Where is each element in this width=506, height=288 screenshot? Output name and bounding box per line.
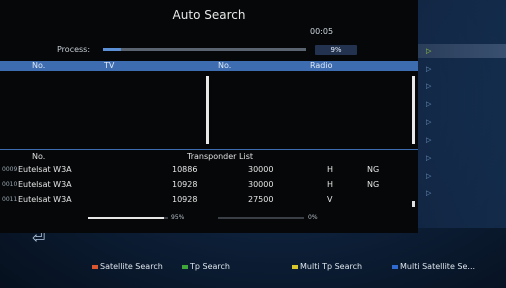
menu-arrow-icon[interactable]: ▷ xyxy=(426,136,431,144)
radio-header: Radio xyxy=(310,61,333,70)
green-key-icon xyxy=(182,264,188,269)
satellite-search-label: Satellite Search xyxy=(100,262,163,271)
tp-satellite: Eutelsat W3A xyxy=(18,165,72,174)
tp-polarization: H xyxy=(327,165,334,174)
transponder-row[interactable]: 0009 Eutelsat W3A 10886 30000 H NG xyxy=(0,164,418,175)
tp-number: 0010 xyxy=(2,181,18,188)
elapsed-time: 00:05 xyxy=(310,27,334,36)
tp-symbol-rate: 30000 xyxy=(248,180,274,189)
process-percent: 9% xyxy=(315,45,357,55)
menu-arrow-icon[interactable]: ▷ xyxy=(426,154,431,162)
radio-list-scrollbar[interactable] xyxy=(412,76,415,144)
tv-channel-list[interactable] xyxy=(0,72,208,148)
tp-no-header: No. xyxy=(32,152,46,161)
yellow-key-icon xyxy=(292,264,298,269)
signal-quality-percent: 0% xyxy=(308,214,318,221)
tp-symbol-rate: 30000 xyxy=(248,165,274,174)
side-menu-panel: ▷ ▷ ▷ ▷ ▷ ▷ ▷ ▷ ▷ xyxy=(418,0,506,228)
multi-tp-search-button[interactable]: Multi Tp Search xyxy=(292,262,362,271)
menu-arrow-icon[interactable]: ▷ xyxy=(426,65,431,73)
menu-arrow-icon[interactable]: ▷ xyxy=(426,100,431,108)
tp-frequency: 10928 xyxy=(172,195,198,204)
menu-arrow-icon[interactable]: ▷ xyxy=(426,118,431,126)
tp-number: 0009 xyxy=(2,166,18,173)
tp-polarization: H xyxy=(327,180,334,189)
auto-search-dialog: Auto Search 00:05 Process: 9% No. TV No.… xyxy=(0,0,418,233)
tp-frequency: 10886 xyxy=(172,165,198,174)
menu-arrow-icon[interactable]: ▷ xyxy=(426,189,431,197)
tp-search-button[interactable]: Tp Search xyxy=(182,262,230,271)
transponder-list-scrollbar[interactable] xyxy=(412,201,415,207)
tp-satellite: Eutelsat W3A xyxy=(18,195,72,204)
multi-satellite-search-button[interactable]: Multi Satellite Se... xyxy=(392,262,475,271)
satellite-search-button[interactable]: Satellite Search xyxy=(92,262,163,271)
menu-arrow-icon[interactable]: ▷ xyxy=(426,47,431,55)
multi-tp-search-label: Multi Tp Search xyxy=(300,262,363,271)
blue-key-icon xyxy=(392,264,398,269)
tp-search-label: Tp Search xyxy=(190,262,230,271)
transponder-row[interactable]: 0011 Eutelsat W3A 10928 27500 V xyxy=(0,194,418,205)
menu-arrow-icon[interactable]: ▷ xyxy=(426,82,431,90)
tp-status: NG xyxy=(367,180,380,189)
tv-no-header: No. xyxy=(32,61,46,70)
radio-no-header: No. xyxy=(218,61,232,70)
section-divider xyxy=(0,149,418,150)
signal-strength-percent: 95% xyxy=(171,214,185,221)
signal-quality-bar xyxy=(218,217,304,219)
tp-status: NG xyxy=(367,165,380,174)
tp-frequency: 10928 xyxy=(172,180,198,189)
process-progress-bar xyxy=(103,48,306,51)
menu-arrow-icon[interactable]: ▷ xyxy=(426,172,431,180)
dialog-title: Auto Search xyxy=(172,8,246,22)
process-label: Process: xyxy=(57,45,91,54)
process-progress-fill xyxy=(103,48,122,51)
red-key-icon xyxy=(92,264,98,269)
multi-satellite-search-label: Multi Satellite Se... xyxy=(400,262,476,271)
tp-number: 0011 xyxy=(2,196,18,203)
color-key-footer: Satellite Search Tp Search Multi Tp Sear… xyxy=(0,252,506,282)
signal-strength-bar xyxy=(88,217,168,219)
screen: { "dialog": { "title": "Auto Search", "t… xyxy=(0,0,506,288)
tp-symbol-rate: 27500 xyxy=(248,195,274,204)
tp-satellite: Eutelsat W3A xyxy=(18,180,72,189)
radio-channel-list[interactable] xyxy=(212,72,418,148)
tp-polarization: V xyxy=(327,195,333,204)
channel-list-header: No. TV No. Radio xyxy=(0,61,418,71)
tv-list-scrollbar[interactable] xyxy=(206,76,209,144)
transponder-row[interactable]: 0010 Eutelsat W3A 10928 30000 H NG xyxy=(0,179,418,190)
transponder-list-title: Transponder List xyxy=(187,152,253,161)
tv-header: TV xyxy=(104,61,115,70)
signal-strength-fill xyxy=(88,217,164,219)
